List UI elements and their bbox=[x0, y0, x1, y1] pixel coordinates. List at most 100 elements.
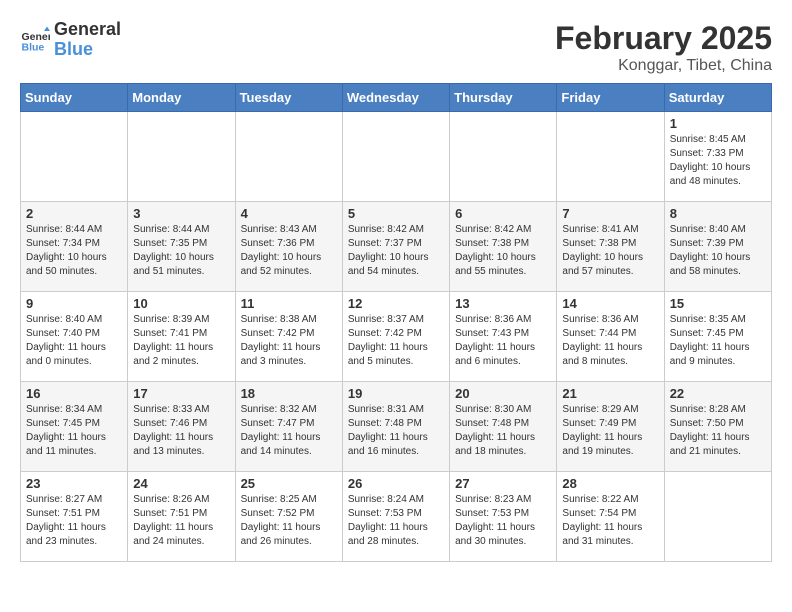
table-row: 15 Sunrise: 8:35 AM Sunset: 7:45 PM Dayli… bbox=[664, 292, 771, 382]
table-row: 14 Sunrise: 8:36 AM Sunset: 7:44 PM Dayli… bbox=[557, 292, 664, 382]
day-info: Sunrise: 8:38 AM Sunset: 7:42 PM Dayligh… bbox=[241, 313, 337, 369]
day-number: 2 bbox=[26, 206, 122, 221]
day-number: 9 bbox=[26, 296, 122, 311]
day-number: 18 bbox=[241, 386, 337, 401]
table-row: 25Sunrise: 8:25 AM Sunset: 7:52 PM Dayli… bbox=[235, 472, 342, 562]
day-info: Sunrise: 8:27 AM Sunset: 7:51 PM Dayligh… bbox=[26, 493, 122, 549]
day-info: Sunrise: 8:30 AM Sunset: 7:48 PM Dayligh… bbox=[455, 403, 551, 459]
table-row: 12 Sunrise: 8:37 AM Sunset: 7:42 PM Dayli… bbox=[342, 292, 449, 382]
day-number: 8 bbox=[670, 206, 766, 221]
day-number: 12 bbox=[348, 296, 444, 311]
day-number: 17 bbox=[133, 386, 229, 401]
header-sunday: Sunday bbox=[21, 84, 128, 112]
day-number: 28 bbox=[562, 476, 658, 491]
table-row: 1 Sunrise: 8:45 AM Sunset: 7:33 PM Daylig… bbox=[664, 112, 771, 202]
day-number: 10 bbox=[133, 296, 229, 311]
table-row: 13 Sunrise: 8:36 AM Sunset: 7:43 PM Dayli… bbox=[450, 292, 557, 382]
day-info: Sunrise: 8:40 AM Sunset: 7:39 PM Dayligh… bbox=[670, 223, 766, 279]
table-row: 28Sunrise: 8:22 AM Sunset: 7:54 PM Dayli… bbox=[557, 472, 664, 562]
table-row: 18 Sunrise: 8:32 AM Sunset: 7:47 PM Dayli… bbox=[235, 382, 342, 472]
table-row: 23 Sunrise: 8:27 AM Sunset: 7:51 PM Dayli… bbox=[21, 472, 128, 562]
logo: General Blue General Blue bbox=[20, 20, 121, 60]
day-info: Sunrise: 8:42 AM Sunset: 7:38 PM Dayligh… bbox=[455, 223, 551, 279]
day-number: 4 bbox=[241, 206, 337, 221]
day-info: Sunrise: 8:28 AM Sunset: 7:50 PM Dayligh… bbox=[670, 403, 766, 459]
day-number: 21 bbox=[562, 386, 658, 401]
day-number: 24 bbox=[133, 476, 229, 491]
day-info: Sunrise: 8:34 AM Sunset: 7:45 PM Dayligh… bbox=[26, 403, 122, 459]
table-row: 6 Sunrise: 8:42 AM Sunset: 7:38 PM Daylig… bbox=[450, 202, 557, 292]
table-row: 3Sunrise: 8:44 AM Sunset: 7:35 PM Daylig… bbox=[128, 202, 235, 292]
day-info: Sunrise: 8:35 AM Sunset: 7:45 PM Dayligh… bbox=[670, 313, 766, 369]
table-row: 16 Sunrise: 8:34 AM Sunset: 7:45 PM Dayli… bbox=[21, 382, 128, 472]
title-block: February 2025 Konggar, Tibet, China bbox=[555, 20, 772, 75]
table-row: 10 Sunrise: 8:39 AM Sunset: 7:41 PM Dayli… bbox=[128, 292, 235, 382]
day-number: 15 bbox=[670, 296, 766, 311]
table-row: 9 Sunrise: 8:40 AM Sunset: 7:40 PM Daylig… bbox=[21, 292, 128, 382]
page-header: General Blue General Blue February 2025 … bbox=[20, 20, 772, 75]
day-number: 6 bbox=[455, 206, 551, 221]
table-row: 24 Sunrise: 8:26 AM Sunset: 7:51 PM Dayli… bbox=[128, 472, 235, 562]
table-row bbox=[664, 472, 771, 562]
logo-icon: General Blue bbox=[20, 25, 50, 55]
day-number: 13 bbox=[455, 296, 551, 311]
day-info: Sunrise: 8:26 AM Sunset: 7:51 PM Dayligh… bbox=[133, 493, 229, 549]
table-row: 17 Sunrise: 8:33 AM Sunset: 7:46 PM Dayli… bbox=[128, 382, 235, 472]
day-number: 20 bbox=[455, 386, 551, 401]
day-info: Sunrise: 8:41 AM Sunset: 7:38 PM Dayligh… bbox=[562, 223, 658, 279]
day-number: 22 bbox=[670, 386, 766, 401]
day-info: Sunrise: 8:32 AM Sunset: 7:47 PM Dayligh… bbox=[241, 403, 337, 459]
month-title: February 2025 bbox=[555, 20, 772, 57]
table-row bbox=[235, 112, 342, 202]
header-monday: Monday bbox=[128, 84, 235, 112]
day-info: Sunrise: 8:33 AM Sunset: 7:46 PM Dayligh… bbox=[133, 403, 229, 459]
table-row: 20 Sunrise: 8:30 AM Sunset: 7:48 PM Dayli… bbox=[450, 382, 557, 472]
table-row bbox=[450, 112, 557, 202]
day-number: 26 bbox=[348, 476, 444, 491]
day-number: 11 bbox=[241, 296, 337, 311]
day-number: 16 bbox=[26, 386, 122, 401]
table-row: 19 Sunrise: 8:31 AM Sunset: 7:48 PM Dayli… bbox=[342, 382, 449, 472]
day-number: 19 bbox=[348, 386, 444, 401]
table-row: 21 Sunrise: 8:29 AM Sunset: 7:49 PM Dayli… bbox=[557, 382, 664, 472]
weekday-header-row: Sunday Monday Tuesday Wednesday Thursday… bbox=[21, 84, 772, 112]
header-wednesday: Wednesday bbox=[342, 84, 449, 112]
table-row: 4 Sunrise: 8:43 AM Sunset: 7:36 PM Daylig… bbox=[235, 202, 342, 292]
calendar-week-row: 23 Sunrise: 8:27 AM Sunset: 7:51 PM Dayli… bbox=[21, 472, 772, 562]
day-info: Sunrise: 8:29 AM Sunset: 7:49 PM Dayligh… bbox=[562, 403, 658, 459]
table-row bbox=[557, 112, 664, 202]
calendar-week-row: 16 Sunrise: 8:34 AM Sunset: 7:45 PM Dayli… bbox=[21, 382, 772, 472]
day-info: Sunrise: 8:23 AM Sunset: 7:53 PM Dayligh… bbox=[455, 493, 551, 549]
day-number: 1 bbox=[670, 116, 766, 131]
day-info: Sunrise: 8:37 AM Sunset: 7:42 PM Dayligh… bbox=[348, 313, 444, 369]
table-row: 22 Sunrise: 8:28 AM Sunset: 7:50 PM Dayli… bbox=[664, 382, 771, 472]
day-number: 25 bbox=[241, 476, 337, 491]
calendar-week-row: 1 Sunrise: 8:45 AM Sunset: 7:33 PM Daylig… bbox=[21, 112, 772, 202]
day-info: Sunrise: 8:36 AM Sunset: 7:44 PM Dayligh… bbox=[562, 313, 658, 369]
header-tuesday: Tuesday bbox=[235, 84, 342, 112]
table-row: 5Sunrise: 8:42 AM Sunset: 7:37 PM Daylig… bbox=[342, 202, 449, 292]
day-number: 23 bbox=[26, 476, 122, 491]
day-info: Sunrise: 8:24 AM Sunset: 7:53 PM Dayligh… bbox=[348, 493, 444, 549]
svg-text:Blue: Blue bbox=[22, 41, 45, 53]
day-info: Sunrise: 8:39 AM Sunset: 7:41 PM Dayligh… bbox=[133, 313, 229, 369]
day-info: Sunrise: 8:44 AM Sunset: 7:34 PM Dayligh… bbox=[26, 223, 122, 279]
table-row: 26 Sunrise: 8:24 AM Sunset: 7:53 PM Dayli… bbox=[342, 472, 449, 562]
table-row bbox=[342, 112, 449, 202]
day-info: Sunrise: 8:43 AM Sunset: 7:36 PM Dayligh… bbox=[241, 223, 337, 279]
day-info: Sunrise: 8:44 AM Sunset: 7:35 PM Dayligh… bbox=[133, 223, 229, 279]
location-subtitle: Konggar, Tibet, China bbox=[555, 57, 772, 75]
header-thursday: Thursday bbox=[450, 84, 557, 112]
table-row: 8 Sunrise: 8:40 AM Sunset: 7:39 PM Daylig… bbox=[664, 202, 771, 292]
day-info: Sunrise: 8:31 AM Sunset: 7:48 PM Dayligh… bbox=[348, 403, 444, 459]
calendar-week-row: 2 Sunrise: 8:44 AM Sunset: 7:34 PM Daylig… bbox=[21, 202, 772, 292]
day-info: Sunrise: 8:45 AM Sunset: 7:33 PM Dayligh… bbox=[670, 133, 766, 189]
calendar-table: Sunday Monday Tuesday Wednesday Thursday… bbox=[20, 83, 772, 562]
day-info: Sunrise: 8:36 AM Sunset: 7:43 PM Dayligh… bbox=[455, 313, 551, 369]
table-row: 11 Sunrise: 8:38 AM Sunset: 7:42 PM Dayli… bbox=[235, 292, 342, 382]
header-friday: Friday bbox=[557, 84, 664, 112]
table-row bbox=[128, 112, 235, 202]
day-number: 7 bbox=[562, 206, 658, 221]
day-info: Sunrise: 8:40 AM Sunset: 7:40 PM Dayligh… bbox=[26, 313, 122, 369]
day-number: 14 bbox=[562, 296, 658, 311]
